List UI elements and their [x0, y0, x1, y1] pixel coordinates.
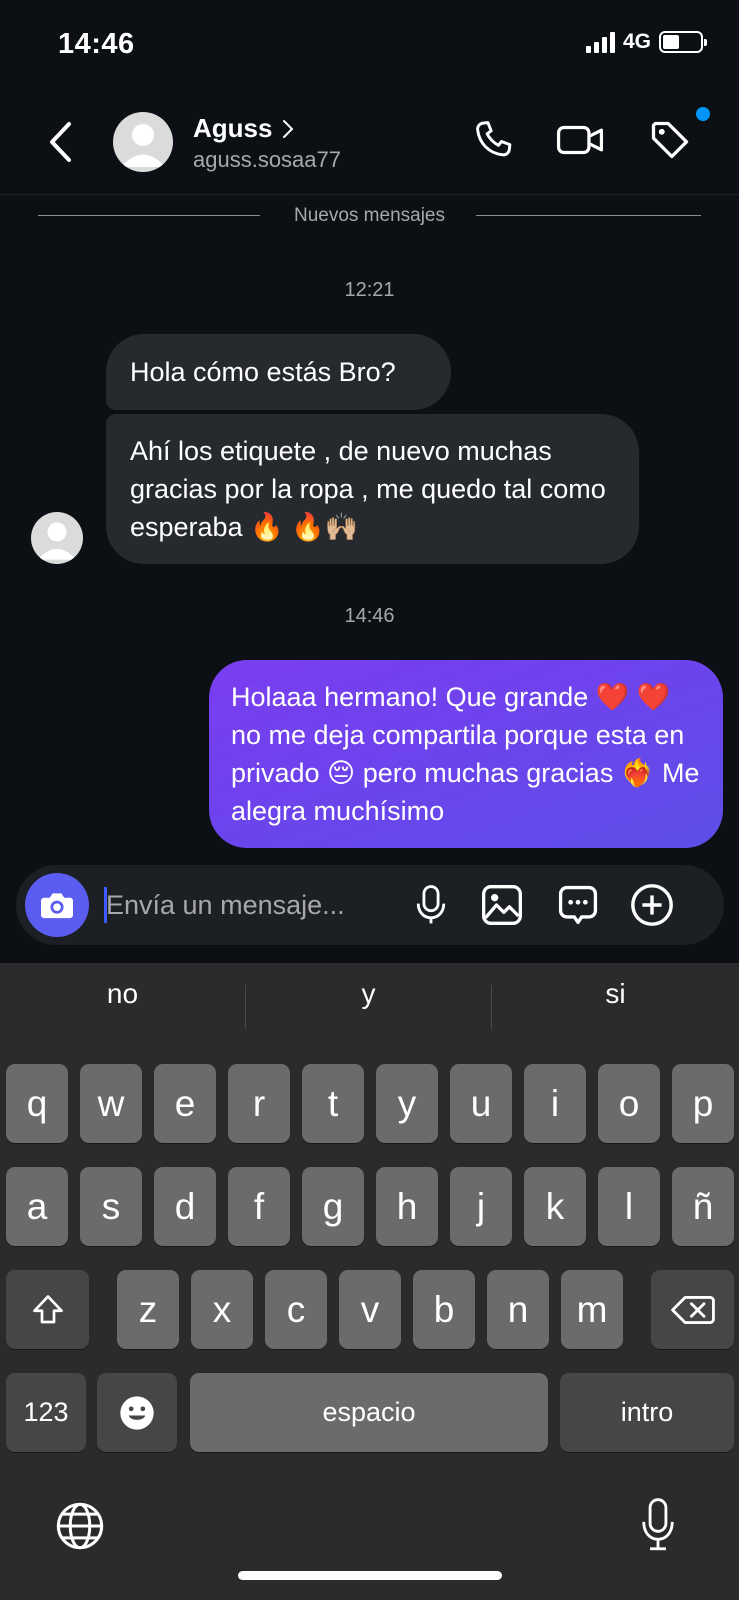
image-icon — [482, 885, 522, 925]
chat-header: Aguss aguss.sosaa77 — [0, 95, 739, 195]
home-indicator[interactable] — [238, 1571, 502, 1580]
message-input[interactable] — [106, 883, 406, 927]
key-y[interactable]: y — [376, 1064, 438, 1143]
status-time: 14:46 — [58, 28, 135, 60]
key-z[interactable]: z — [117, 1270, 179, 1349]
contact-name-link[interactable]: Aguss — [193, 113, 294, 144]
key-d[interactable]: d — [154, 1167, 216, 1246]
message-timestamp: 12:21 — [344, 279, 395, 301]
battery-icon — [659, 31, 707, 53]
key-h[interactable]: h — [376, 1167, 438, 1246]
tag-button[interactable] — [645, 115, 695, 165]
contact-handle: aguss.sosaa77 — [193, 147, 341, 172]
suggestion-3[interactable]: si — [492, 963, 739, 1025]
dictation-button[interactable] — [630, 1495, 686, 1555]
voice-message-button[interactable] — [405, 879, 457, 931]
outgoing-message[interactable]: Holaaa hermano! Que grande ❤️ ❤️ no me d… — [209, 660, 723, 848]
key-j[interactable]: j — [450, 1167, 512, 1246]
call-button[interactable] — [468, 115, 518, 165]
key-enye[interactable]: ñ — [672, 1167, 734, 1246]
phone-icon — [476, 121, 512, 157]
emoji-key[interactable] — [97, 1373, 177, 1452]
status-indicators: 4G — [585, 30, 707, 54]
key-o[interactable]: o — [598, 1064, 660, 1143]
microphone-icon — [416, 885, 446, 924]
sticker-button[interactable] — [552, 879, 604, 931]
key-n[interactable]: n — [487, 1270, 549, 1349]
key-i[interactable]: i — [524, 1064, 586, 1143]
key-w[interactable]: w — [80, 1064, 142, 1143]
notification-dot — [696, 107, 710, 121]
sender-avatar[interactable] — [31, 512, 83, 564]
key-q[interactable]: q — [6, 1064, 68, 1143]
message-composer — [16, 865, 724, 945]
shift-key[interactable] — [6, 1270, 89, 1349]
shift-icon — [32, 1294, 63, 1323]
keyboard: no y si q w e r t y u i o p a s d f g h … — [0, 963, 739, 1600]
return-key[interactable]: intro — [560, 1373, 734, 1452]
key-t[interactable]: t — [302, 1064, 364, 1143]
key-l[interactable]: l — [598, 1167, 660, 1246]
dictation-mic-icon — [642, 1498, 674, 1551]
key-s[interactable]: s — [80, 1167, 142, 1246]
divider-right — [476, 215, 701, 216]
key-k[interactable]: k — [524, 1167, 586, 1246]
back-button[interactable] — [42, 117, 78, 167]
video-camera-icon — [556, 125, 604, 155]
globe-icon — [56, 1502, 104, 1550]
signal-icon — [585, 31, 615, 53]
network-label: 4G — [622, 30, 651, 53]
key-g[interactable]: g — [302, 1167, 364, 1246]
key-b[interactable]: b — [413, 1270, 475, 1349]
gallery-button[interactable] — [476, 879, 528, 931]
camera-icon — [41, 893, 73, 919]
key-u[interactable]: u — [450, 1064, 512, 1143]
chevron-right-icon — [283, 119, 294, 138]
more-button[interactable] — [626, 879, 678, 931]
suggestion-1[interactable]: no — [0, 963, 245, 1025]
numbers-key[interactable]: 123 — [6, 1373, 86, 1452]
tag-icon — [651, 121, 689, 159]
key-x[interactable]: x — [191, 1270, 253, 1349]
key-e[interactable]: e — [154, 1064, 216, 1143]
key-r[interactable]: r — [228, 1064, 290, 1143]
incoming-message[interactable]: Ahí los etiquete , de nuevo muchas graci… — [106, 414, 639, 564]
key-m[interactable]: m — [561, 1270, 623, 1349]
key-v[interactable]: v — [339, 1270, 401, 1349]
key-a[interactable]: a — [6, 1167, 68, 1246]
back-arrow-icon — [50, 122, 71, 162]
camera-button[interactable] — [25, 873, 89, 937]
emoji-icon — [120, 1395, 154, 1430]
contact-avatar[interactable] — [113, 112, 173, 172]
key-c[interactable]: c — [265, 1270, 327, 1349]
video-call-button[interactable] — [555, 115, 605, 165]
new-messages-label: Nuevos mensajes — [293, 205, 446, 226]
globe-button[interactable] — [52, 1498, 108, 1554]
contact-name: Aguss — [193, 113, 273, 143]
backspace-icon — [670, 1295, 715, 1324]
sticker-chat-icon — [558, 885, 598, 925]
plus-icon — [631, 884, 673, 926]
backspace-key[interactable] — [651, 1270, 734, 1349]
key-p[interactable]: p — [672, 1064, 734, 1143]
key-f[interactable]: f — [228, 1167, 290, 1246]
suggestion-2[interactable]: y — [246, 963, 491, 1025]
space-key[interactable]: espacio — [190, 1373, 548, 1452]
incoming-message[interactable]: Hola cómo estás Bro? — [106, 334, 451, 410]
message-timestamp: 14:46 — [344, 605, 395, 627]
